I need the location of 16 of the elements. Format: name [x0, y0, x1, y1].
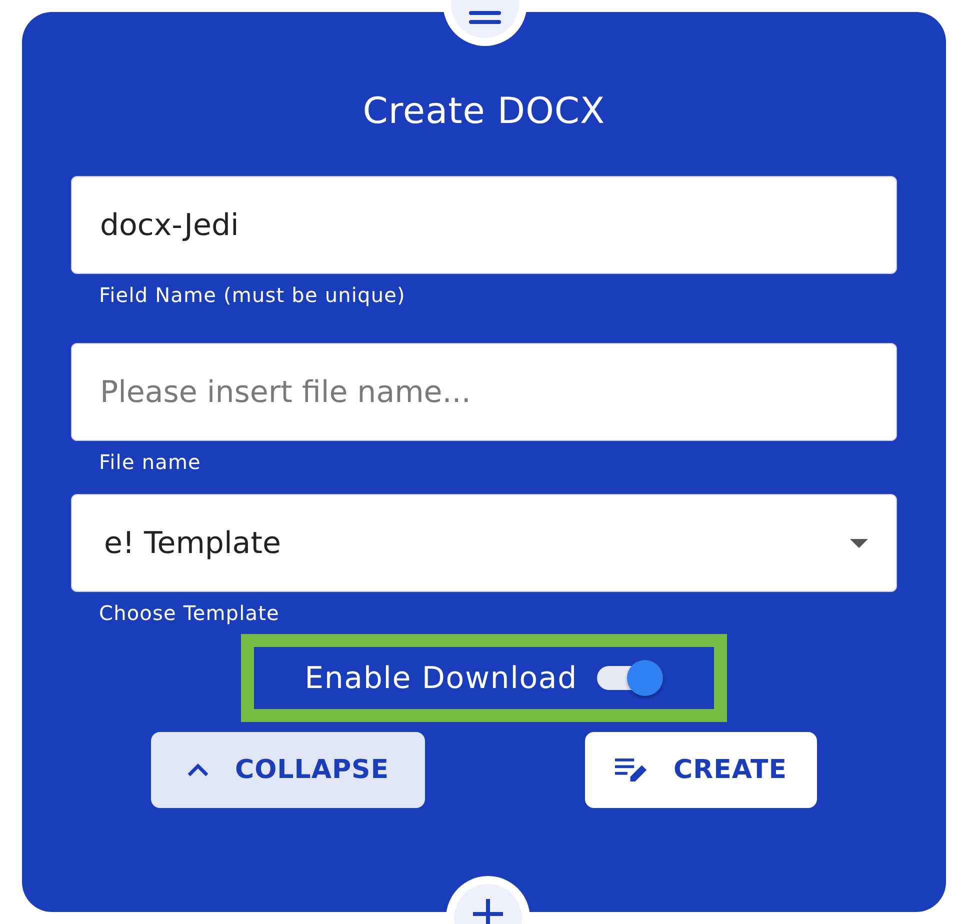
input-field[interactable]: Please insert file name... — [71, 343, 897, 441]
dropdown-arrow-icon — [850, 538, 868, 548]
helper-text: Choose Template — [98, 600, 280, 626]
download-switch[interactable] — [597, 660, 664, 696]
collapse-button[interactable]: COLLAPSE — [151, 732, 425, 808]
toggle-label: Enable Download — [304, 660, 578, 696]
input-field[interactable]: docx-Jedi — [71, 176, 897, 274]
plus-icon — [473, 899, 503, 924]
menu-icon — [468, 11, 502, 27]
create-button[interactable]: CREATE — [585, 732, 817, 808]
dialog-title: Create DOCX — [362, 90, 606, 134]
template-select[interactable]: e! Template — [71, 494, 897, 592]
helper-text: Field Name (must be unique) — [98, 282, 406, 308]
helper-text: File name — [98, 449, 202, 475]
chevron-up-icon — [187, 763, 209, 777]
edit-note-icon — [615, 756, 648, 784]
